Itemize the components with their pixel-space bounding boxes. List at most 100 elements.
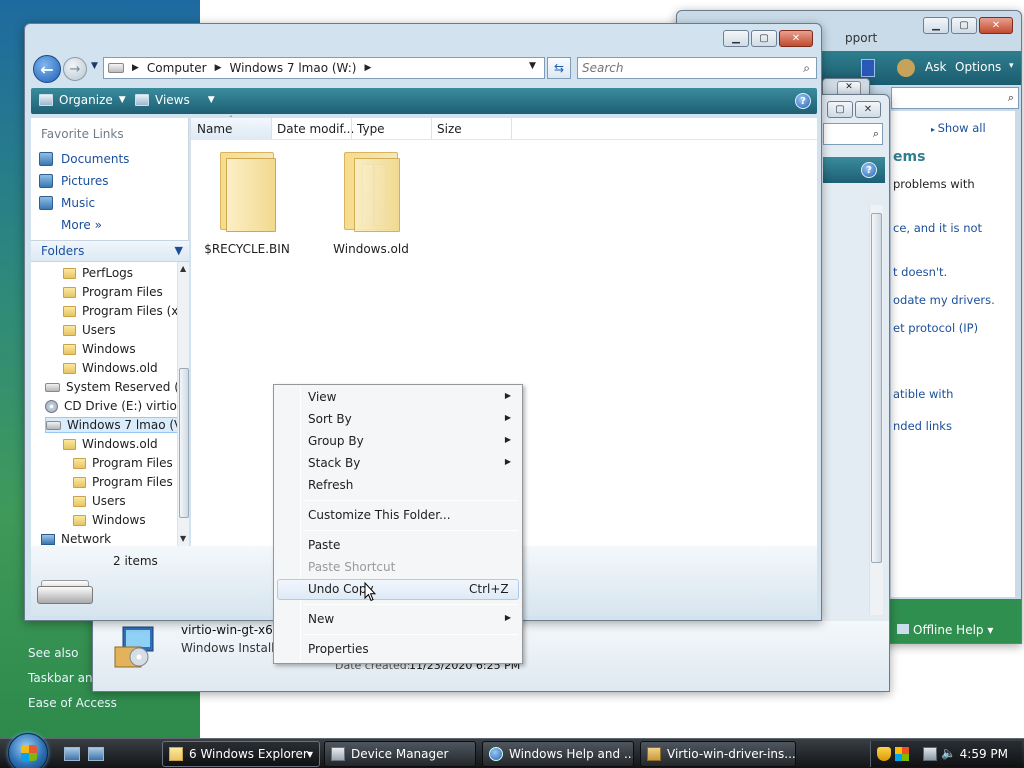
help-link[interactable]: et protocol (IP) <box>893 321 978 335</box>
scroll-up-icon[interactable]: ▲ <box>180 264 186 273</box>
menu-item-customize-folder[interactable]: Customize This Folder... <box>277 505 519 526</box>
menu-item-new[interactable]: New ▶ <box>277 609 519 630</box>
tree-item[interactable]: System Reserved (I <box>45 380 177 394</box>
show-desktop-icon[interactable] <box>64 747 80 761</box>
breadcrumb-drive[interactable]: Windows 7 lmao (W:) <box>230 61 357 75</box>
chevron-down-icon[interactable]: ▾ <box>1009 61 1014 71</box>
double-chevron-right-icon: » <box>94 218 102 232</box>
column-header-size[interactable]: Size <box>437 122 462 136</box>
breadcrumb-arrow-icon[interactable]: ▶ <box>364 63 371 73</box>
help-link[interactable]: atible with <box>893 387 953 401</box>
minimize-button[interactable]: ▁ <box>723 30 749 47</box>
scrollbar-thumb[interactable] <box>179 368 189 518</box>
menu-item-group-by[interactable]: Group By ▶ <box>277 431 519 452</box>
desktop-link-see-also[interactable]: See also <box>28 646 78 660</box>
breadcrumb-arrow-icon[interactable]: ▶ <box>215 63 222 73</box>
favorite-link-documents[interactable]: Documents <box>39 152 129 166</box>
folders-header[interactable]: Folders ▼ <box>31 240 189 262</box>
tree-item[interactable]: Windows <box>63 342 136 356</box>
column-header-name[interactable]: Name <box>197 122 232 136</box>
menu-item-properties[interactable]: Properties <box>277 639 519 660</box>
maximize-button[interactable]: ▢ <box>951 17 977 34</box>
refresh-button[interactable]: ⇆ <box>547 57 571 79</box>
offline-help-button[interactable]: Offline Help ▾ <box>897 623 993 637</box>
minimize-button[interactable]: ▁ <box>923 17 949 34</box>
maximize-button[interactable]: ▢ <box>827 101 853 118</box>
security-shield-icon[interactable] <box>877 747 891 761</box>
help-icon[interactable]: ? <box>861 162 877 178</box>
folder-tree-scrollbar[interactable]: ▲ ▼ <box>177 262 189 546</box>
address-dropdown[interactable]: ▼ <box>529 61 536 71</box>
file-item-recycle-bin[interactable]: $RECYCLE.BIN <box>197 146 297 256</box>
tree-item[interactable]: CD Drive (E:) virtio <box>45 399 177 413</box>
scroll-down-icon[interactable]: ▼ <box>180 534 186 543</box>
help-link[interactable]: nded links <box>893 419 952 433</box>
help-link[interactable]: odate my drivers. <box>893 293 995 307</box>
breadcrumb-arrow-icon[interactable]: ▶ <box>132 63 139 73</box>
help-icon[interactable]: ? <box>795 93 811 109</box>
switch-windows-icon[interactable] <box>88 747 104 761</box>
search-box[interactable]: ⌕ <box>577 57 817 79</box>
more-favorites-link[interactable]: More » <box>61 218 102 232</box>
menu-item-refresh[interactable]: Refresh <box>277 475 519 496</box>
menu-item-stack-by[interactable]: Stack By ▶ <box>277 453 519 474</box>
column-header-date-modified[interactable]: Date modif... <box>277 122 354 136</box>
menu-item-view[interactable]: View ▶ <box>277 387 519 408</box>
tree-item[interactable]: Users <box>73 494 126 508</box>
network-status-icon[interactable] <box>923 747 937 761</box>
taskbar-button-virtio-installer[interactable]: Virtio-win-driver-ins... <box>640 741 796 767</box>
volume-icon[interactable]: 🔈 <box>941 746 956 760</box>
tree-item[interactable]: Windows.old <box>63 361 158 375</box>
close-button[interactable]: ✕ <box>855 101 881 118</box>
scrollbar-thumb[interactable] <box>871 213 882 563</box>
taskbar-button-device-manager[interactable]: Device Manager <box>324 741 476 767</box>
help-link[interactable]: t doesn't. <box>893 265 947 279</box>
tree-item-selected[interactable]: Windows 7 lmao (V <box>45 417 177 433</box>
menu-item-undo-copy[interactable]: Undo Copy Ctrl+Z <box>277 579 519 600</box>
column-header-type[interactable]: Type <box>357 122 385 136</box>
breadcrumb-computer[interactable]: Computer <box>147 61 207 75</box>
close-button[interactable]: ✕ <box>779 30 813 47</box>
book-icon[interactable] <box>861 59 875 77</box>
tree-item[interactable]: Program Files <box>73 456 173 470</box>
favorite-link-music[interactable]: Music <box>39 196 95 210</box>
close-button[interactable]: ✕ <box>979 17 1013 34</box>
tree-item[interactable]: Windows <box>73 513 146 527</box>
people-icon[interactable] <box>897 59 915 77</box>
tree-item[interactable]: Program Files <box>63 285 163 299</box>
views-button[interactable]: Views ▼ <box>135 93 215 107</box>
windows-update-icon[interactable] <box>895 747 909 761</box>
tree-item[interactable]: Program Files ( <box>73 475 177 489</box>
folder-icon <box>73 514 86 526</box>
menu-item-sort-by[interactable]: Sort By ▶ <box>277 409 519 430</box>
back-button[interactable]: ← <box>33 55 61 83</box>
help-link[interactable]: ce, and it is not <box>893 221 982 235</box>
recent-pages-dropdown[interactable]: ▼ <box>91 61 98 71</box>
file-item-windows-old[interactable]: Windows.old <box>321 146 421 256</box>
desktop-link-ease-of-access[interactable]: Ease of Access <box>28 696 117 710</box>
organize-button[interactable]: Organize ▼ <box>39 93 126 107</box>
menu-item-paste[interactable]: Paste <box>277 535 519 556</box>
address-bar[interactable]: ▶ Computer ▶ Windows 7 lmao (W:) ▶ <box>103 57 545 79</box>
desktop-link-taskbar[interactable]: Taskbar and <box>28 671 100 685</box>
forward-button[interactable]: → <box>63 57 87 81</box>
maximize-button[interactable]: ▢ <box>751 30 777 47</box>
vertical-scrollbar[interactable] <box>869 205 883 615</box>
search-input[interactable] <box>582 61 782 75</box>
taskbar-button-windows-explorer[interactable]: 6 Windows Explorer ▼ <box>162 741 320 767</box>
tree-item[interactable]: Network <box>41 532 111 546</box>
show-all-link[interactable]: ▸ Show all <box>931 121 986 135</box>
help-search-input[interactable]: ⌕ <box>891 87 1019 109</box>
search-icon[interactable]: ⌕ <box>803 61 810 76</box>
tree-item[interactable]: Users <box>63 323 116 337</box>
tree-item[interactable]: Windows.old <box>63 437 158 451</box>
clock[interactable]: 4:59 PM <box>960 747 1008 761</box>
tree-item[interactable]: PerfLogs <box>63 266 133 280</box>
options-button[interactable]: Options <box>955 60 1001 74</box>
taskbar-button-windows-help[interactable]: Windows Help and ... <box>482 741 634 767</box>
tree-item[interactable]: Program Files (x8 <box>63 304 177 318</box>
favorite-link-pictures[interactable]: Pictures <box>39 174 109 188</box>
ask-button[interactable]: Ask <box>925 60 946 74</box>
search-input[interactable]: ⌕ <box>823 123 883 145</box>
start-button[interactable] <box>8 733 48 768</box>
